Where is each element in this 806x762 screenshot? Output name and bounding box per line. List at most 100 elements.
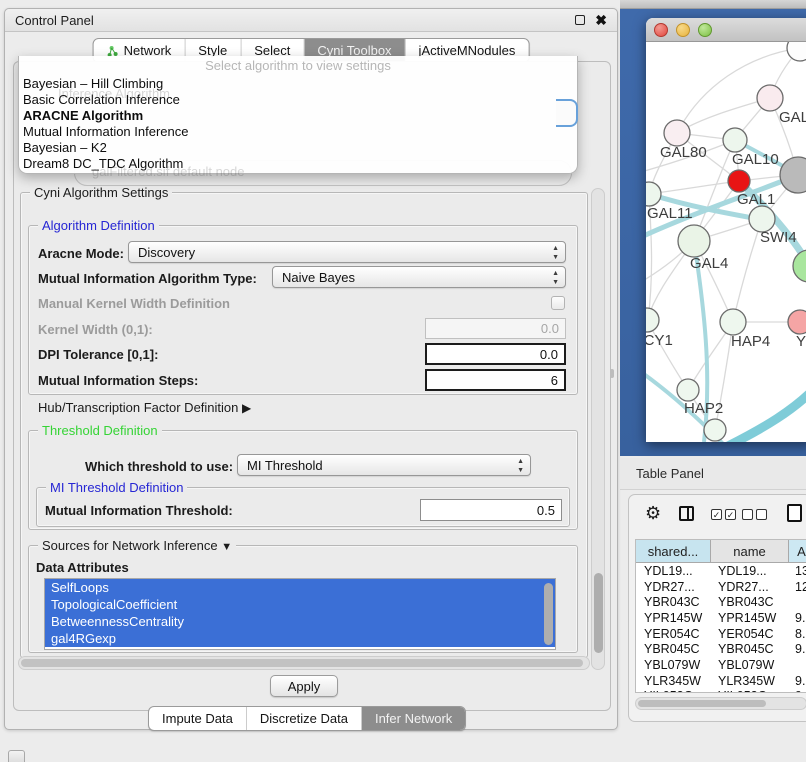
table-hscrollbar-thumb[interactable] xyxy=(638,700,766,707)
table-row[interactable]: YDL19...YDL19...13 xyxy=(636,563,806,579)
collapse-down-icon[interactable]: ▼ xyxy=(221,541,232,553)
table-cell[interactable]: YBR045C xyxy=(636,642,710,656)
table-cell[interactable]: YBR043C xyxy=(636,595,710,609)
settings-hscrollbar-thumb[interactable] xyxy=(21,659,583,667)
network-node[interactable] xyxy=(788,310,806,334)
hub-definition-toggle[interactable]: Hub/Transcription Factor Definition ▶ xyxy=(38,400,251,415)
checked-checkbox-icon[interactable]: ✓ xyxy=(725,509,736,520)
network-node[interactable] xyxy=(646,182,661,206)
ghost-inference-algorithm-label: Inference Algorithm xyxy=(58,86,170,101)
unchecked-checkbox-icon[interactable] xyxy=(742,509,753,520)
minimize-traffic-light-icon[interactable] xyxy=(676,23,690,37)
gear-icon[interactable]: ⚙ xyxy=(645,503,661,524)
unchecked-checkbox-icon[interactable] xyxy=(756,509,767,520)
bottom-tabbar: Impute Data Discretize Data Infer Networ… xyxy=(148,706,466,731)
table-cell[interactable]: 9. xyxy=(787,642,806,656)
table-row[interactable]: YIL052CYIL052C9 xyxy=(636,689,806,694)
network-node[interactable] xyxy=(678,225,710,257)
table-cell[interactable]: YBL079W xyxy=(710,658,787,672)
table-row[interactable]: YBR043CYBR043C xyxy=(636,594,806,610)
table-row[interactable]: YBL079WYBL079W xyxy=(636,657,806,673)
table-cell[interactable]: YDL19... xyxy=(636,564,710,578)
table-cell[interactable]: YLR345W xyxy=(710,674,787,688)
list-item[interactable]: BetweennessCentrality xyxy=(45,613,555,630)
list-scrollbar-thumb[interactable] xyxy=(544,583,553,645)
minimized-panel-button[interactable] xyxy=(8,750,25,762)
table-row[interactable]: YBR045CYBR045C9. xyxy=(636,641,806,657)
tab-discretize-data[interactable]: Discretize Data xyxy=(247,707,362,730)
manual-kernel-checkbox[interactable] xyxy=(551,296,565,310)
table-cell[interactable]: 13 xyxy=(787,564,806,578)
tab-infer-network[interactable]: Infer Network xyxy=(362,707,465,730)
close-icon[interactable]: ✖ xyxy=(595,12,607,29)
table-cell[interactable]: YPR145W xyxy=(636,611,710,625)
table-row[interactable]: YPR145WYPR145W9. xyxy=(636,610,806,626)
algorithm-option[interactable]: Bayesian – K2 xyxy=(19,140,577,156)
panel-divider-handle[interactable] xyxy=(610,369,614,378)
mi-steps-input[interactable]: 6 xyxy=(425,369,566,391)
network-node[interactable] xyxy=(780,157,806,193)
column-header-name[interactable]: name xyxy=(711,540,789,562)
which-threshold-select[interactable]: MI Threshold ▲▼ xyxy=(237,454,531,476)
aracne-mode-select[interactable]: Discovery ▲▼ xyxy=(128,241,566,263)
close-traffic-light-icon[interactable] xyxy=(654,23,668,37)
table-cell[interactable]: YDR27... xyxy=(636,580,710,594)
settings-vscrollbar-thumb[interactable] xyxy=(594,573,603,653)
tab-impute-data[interactable]: Impute Data xyxy=(149,707,247,730)
data-attributes-list: SelfLoops TopologicalCoefficient Between… xyxy=(44,578,556,650)
table-cell[interactable]: YDR27... xyxy=(710,580,787,594)
table-cell[interactable]: YER054C xyxy=(636,627,710,641)
network-node[interactable] xyxy=(704,419,726,441)
network-node[interactable] xyxy=(677,379,699,401)
dpi-tolerance-input[interactable]: 0.0 xyxy=(425,343,566,365)
table-cell[interactable]: YLR345W xyxy=(636,674,710,688)
table-cell[interactable]: YER054C xyxy=(710,627,787,641)
table-cell[interactable]: 8. xyxy=(787,627,806,641)
table-cell[interactable]: YPR145W xyxy=(710,611,787,625)
network-node[interactable] xyxy=(728,170,750,192)
table-cell[interactable]: YIL052C xyxy=(710,689,787,693)
network-thick-edges xyxy=(646,140,806,442)
network-node[interactable] xyxy=(664,120,690,146)
mi-threshold-input[interactable]: 0.5 xyxy=(420,499,562,521)
settings-hscrollbar-track[interactable] xyxy=(18,656,590,670)
list-item[interactable]: gal4RGexp xyxy=(45,630,555,647)
table-cell[interactable]: YBR045C xyxy=(710,642,787,656)
network-node[interactable] xyxy=(646,308,659,332)
list-item[interactable]: SelfLoops xyxy=(45,579,555,596)
float-window-icon[interactable] xyxy=(575,15,585,25)
column-header-partial[interactable]: A xyxy=(789,540,806,562)
table-row[interactable]: YDR27...YDR27...12 xyxy=(636,579,806,595)
zoom-traffic-light-icon[interactable] xyxy=(698,23,712,37)
kernel-width-input[interactable]: 0.0 xyxy=(425,318,566,339)
settings-vscrollbar-track[interactable] xyxy=(591,188,605,670)
table-cell[interactable]: 9. xyxy=(787,611,806,625)
apply-button[interactable]: Apply xyxy=(270,675,338,697)
table-row[interactable]: YER054CYER054C8. xyxy=(636,626,806,642)
network-canvas[interactable]: GALGAL80GAL10GAL1GAL11SWI4GAL4GCY1HAP4YH… xyxy=(646,42,806,442)
table-cell[interactable]: 9 xyxy=(787,689,806,693)
network-node[interactable] xyxy=(793,250,806,282)
mi-type-select[interactable]: Naive Bayes ▲▼ xyxy=(272,266,566,288)
network-node[interactable] xyxy=(787,42,806,61)
column-header-shared-name[interactable]: shared... xyxy=(636,540,711,562)
table-cell[interactable]: YDL19... xyxy=(710,564,787,578)
new-table-icon[interactable] xyxy=(787,504,802,522)
network-node[interactable] xyxy=(723,128,747,152)
checked-checkbox-icon[interactable]: ✓ xyxy=(711,509,722,520)
focused-combo-fragment[interactable] xyxy=(556,99,578,127)
table-hscrollbar-track[interactable] xyxy=(635,697,806,710)
table-cell[interactable]: YIL052C xyxy=(636,689,710,693)
network-node[interactable] xyxy=(757,85,783,111)
table-cell[interactable]: YBL079W xyxy=(636,658,710,672)
list-item[interactable]: TopologicalCoefficient xyxy=(45,596,555,613)
columns-icon[interactable] xyxy=(679,506,694,521)
table-cell[interactable]: 9. xyxy=(787,674,806,688)
algorithm-option[interactable]: Mutual Information Inference xyxy=(19,124,577,140)
table-panel-bar: Table Panel xyxy=(620,458,806,490)
network-node[interactable] xyxy=(720,309,746,335)
table-row[interactable]: YLR345WYLR345W9. xyxy=(636,673,806,689)
table-cell[interactable]: YBR043C xyxy=(710,595,787,609)
table-cell[interactable]: 12 xyxy=(787,580,806,594)
algorithm-option-selected[interactable]: ARACNE Algorithm xyxy=(19,108,577,124)
